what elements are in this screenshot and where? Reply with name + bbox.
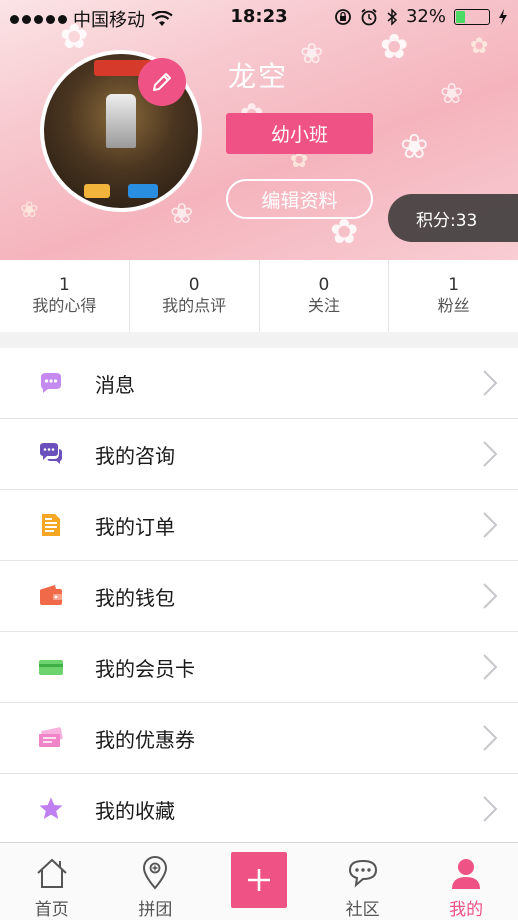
stat-label: 我的心得 — [32, 296, 97, 315]
add-post-button[interactable] — [231, 852, 287, 908]
stats-row: 1 我的心得 0 我的点评 0 关注 1 粉丝 — [0, 260, 518, 332]
flower-decoration: ❀ — [170, 197, 194, 230]
menu-item-label: 我的咨询 — [95, 443, 175, 468]
chevron-right-icon — [483, 370, 498, 396]
stat-my-reviews[interactable]: 0 我的点评 — [130, 260, 260, 332]
community-chat-icon — [345, 855, 381, 891]
tab-label: 首页 — [34, 900, 69, 920]
menu-item-label: 我的收藏 — [95, 799, 175, 823]
flower-decoration: ❀ — [300, 37, 324, 70]
flower-decoration: ❀ — [440, 77, 464, 110]
stat-followers[interactable]: 1 粉丝 — [389, 260, 518, 332]
lock-rotation-icon — [335, 8, 351, 25]
stat-value: 0 — [188, 275, 200, 295]
consult-chat-icon — [38, 441, 64, 467]
menu-item-label: 消息 — [95, 372, 135, 397]
chevron-right-icon — [483, 441, 498, 467]
tab-home[interactable]: 首页 — [0, 843, 104, 920]
battery-icon — [454, 8, 490, 25]
stat-label: 我的点评 — [162, 296, 227, 315]
member-card-icon — [38, 654, 64, 680]
menu-item-messages[interactable]: 消息 — [0, 348, 518, 419]
chevron-right-icon — [483, 654, 498, 680]
order-document-icon — [38, 512, 64, 538]
menu-item-label: 我的订单 — [95, 514, 175, 539]
menu-item-coupons[interactable]: 我的优惠券 — [0, 703, 518, 774]
profile-header: ✿ ❀ ✿ ❀ ✿ ❀ ✿ ❀ ✿ ❀ ✿ 中国移动 18:23 — [0, 0, 518, 260]
bluetooth-icon — [387, 7, 398, 26]
message-icon — [38, 370, 64, 396]
menu-item-consultation[interactable]: 我的咨询 — [0, 419, 518, 490]
menu-item-favorites[interactable]: 我的收藏 — [0, 774, 518, 845]
stat-following[interactable]: 0 关注 — [260, 260, 390, 332]
tab-label: 我的 — [449, 900, 484, 920]
tab-group-buy[interactable]: 拼团 — [104, 843, 208, 920]
location-pin-icon — [137, 855, 173, 891]
wallet-icon — [38, 583, 64, 609]
menu-list: 消息 我的咨询 我的订单 我的钱包 我的会员卡 我的优惠券 我的收藏 — [0, 348, 518, 845]
flower-decoration: ✿ — [380, 27, 409, 67]
star-icon — [38, 796, 64, 822]
flower-decoration: ✿ — [470, 34, 489, 59]
flower-decoration: ❀ — [400, 127, 429, 167]
charging-bolt-icon — [499, 8, 507, 25]
plus-icon — [248, 869, 270, 891]
tab-me[interactable]: 我的 — [414, 843, 518, 920]
menu-item-wallet[interactable]: 我的钱包 — [0, 561, 518, 632]
points-badge[interactable]: 积分:33 — [388, 194, 518, 242]
stat-value: 0 — [318, 275, 330, 295]
edit-avatar-button[interactable] — [138, 58, 186, 106]
alarm-icon — [361, 8, 377, 25]
stat-label: 粉丝 — [437, 296, 470, 315]
flower-decoration: ❀ — [20, 198, 39, 223]
menu-item-label: 我的钱包 — [95, 585, 175, 610]
home-icon — [34, 855, 70, 891]
battery-percent: 32% — [405, 6, 446, 27]
stat-my-notes[interactable]: 1 我的心得 — [0, 260, 130, 332]
status-bar: 中国移动 18:23 32% — [0, 0, 518, 34]
chevron-right-icon — [483, 796, 498, 822]
menu-item-label: 我的优惠券 — [95, 727, 195, 752]
coupon-icon — [38, 725, 64, 751]
menu-item-label: 我的会员卡 — [95, 656, 195, 681]
tab-label: 社区 — [345, 900, 380, 920]
tab-community[interactable]: 社区 — [311, 843, 415, 920]
pencil-icon — [153, 73, 171, 91]
chevron-right-icon — [483, 512, 498, 538]
stat-label: 关注 — [307, 296, 340, 315]
menu-item-member-card[interactable]: 我的会员卡 — [0, 632, 518, 703]
flower-decoration: ✿ — [330, 212, 359, 252]
username: 龙空 — [228, 60, 289, 93]
class-badge: 幼小班 — [226, 113, 373, 154]
chevron-right-icon — [483, 725, 498, 751]
stat-value: 1 — [58, 275, 70, 295]
edit-profile-button[interactable]: 编辑资料 — [226, 179, 373, 219]
chevron-right-icon — [483, 583, 498, 609]
menu-item-orders[interactable]: 我的订单 — [0, 490, 518, 561]
stat-value: 1 — [448, 275, 460, 295]
tab-label: 拼团 — [138, 900, 173, 920]
user-icon — [448, 855, 484, 891]
